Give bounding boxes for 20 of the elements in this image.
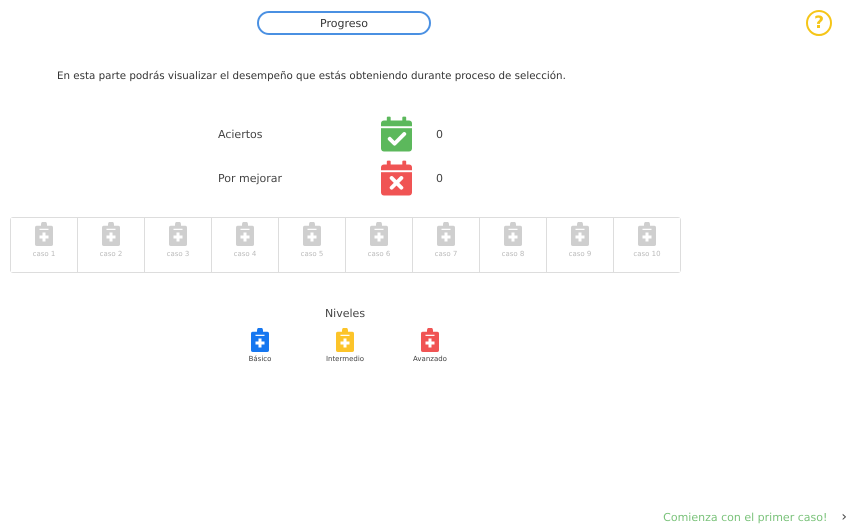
clipboard-plus-icon xyxy=(370,222,388,246)
levels-title: Niveles xyxy=(324,307,366,320)
stat-value: 0 xyxy=(436,128,443,140)
clipboard-plus-icon xyxy=(303,222,321,246)
section-title: Progreso xyxy=(257,11,431,35)
clipboard-plus-icon xyxy=(571,222,589,246)
clipboard-plus-icon xyxy=(504,222,522,246)
start-link[interactable]: Comienza con el primer caso! xyxy=(663,510,828,524)
clipboard-plus-icon xyxy=(35,222,53,246)
clipboard-plus-icon xyxy=(437,222,455,246)
stat-value: 0 xyxy=(436,172,443,184)
clipboard-plus-icon xyxy=(169,222,187,246)
clipboard-plus-icon xyxy=(236,222,254,246)
clipboard-plus-icon xyxy=(102,222,120,246)
stat-label: Aciertos xyxy=(218,128,264,140)
next-arrow[interactable]: › xyxy=(841,509,847,525)
help-button[interactable]: ? xyxy=(806,10,832,36)
intro-text: En esta parte podrás visualizar el desempeño que estás obteniendo durante proceso de selección. xyxy=(57,70,567,82)
clipboard-plus-icon xyxy=(638,222,656,246)
stat-label: Por mejorar xyxy=(218,172,284,184)
